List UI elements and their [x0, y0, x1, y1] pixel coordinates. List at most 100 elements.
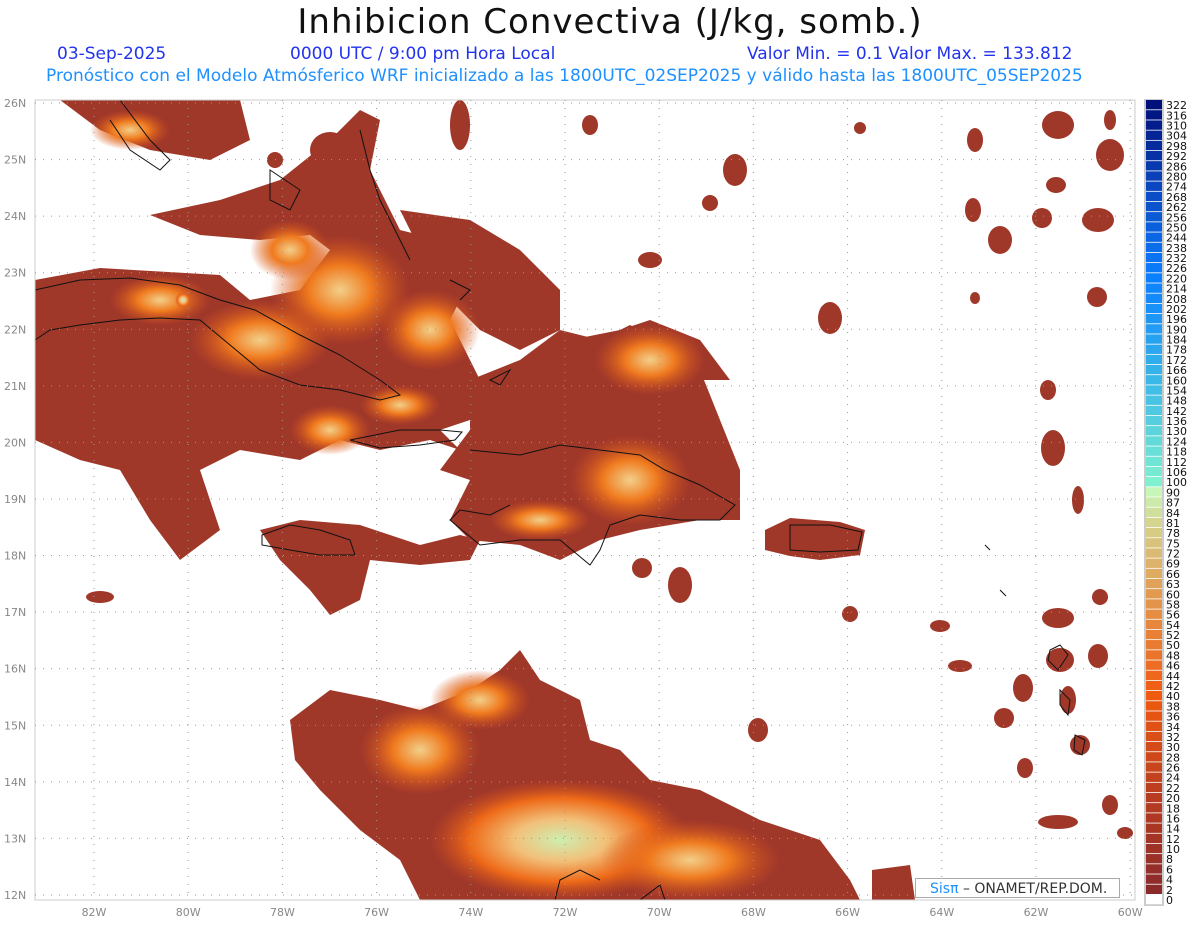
colorbar-swatch: [1146, 232, 1162, 242]
colorbar-swatch: [1146, 212, 1162, 222]
map-canvas: 82W 80W 78W 76W 74W 72W 70W 68W 66W 64W 62W 60W 26N 2…: [4, 97, 1187, 919]
colorbar-swatch: [1146, 884, 1162, 895]
colorbar-swatch: [1146, 691, 1162, 701]
colorbar-swatch: [1146, 313, 1162, 324]
lon-label: 70W: [647, 906, 672, 919]
colorbar-swatch: [1146, 415, 1162, 426]
colorbar-label: 0: [1166, 894, 1173, 907]
lat-label: 26N: [4, 97, 26, 110]
colorbar-swatch: [1146, 843, 1162, 854]
colorbar-swatch: [1146, 344, 1162, 354]
colorbar-swatch: [1146, 293, 1162, 303]
colorbar-swatch: [1146, 823, 1162, 833]
colorbar-swatch: [1146, 426, 1162, 436]
colorbar-swatch: [1146, 161, 1162, 171]
colorbar-swatch: [1146, 741, 1162, 752]
colorbar-swatch: [1146, 609, 1162, 619]
colorbar-swatch: [1146, 130, 1162, 140]
min-max-label: Valor Min. = 0.1 Valor Max. = 133.812: [747, 44, 1073, 64]
lon-label: 78W: [270, 906, 295, 919]
colorbar-swatch: [1146, 487, 1162, 497]
lat-label: 14N: [4, 776, 26, 789]
colorbar-swatch: [1146, 650, 1162, 660]
colorbar-swatch: [1146, 599, 1162, 609]
colorbar-swatch: [1146, 589, 1162, 599]
colorbar-swatch: [1146, 252, 1162, 263]
colorbar-swatch: [1146, 466, 1162, 477]
colorbar-swatch: [1146, 711, 1162, 721]
colorbar-swatch: [1146, 375, 1162, 385]
colorbar-swatch: [1146, 854, 1162, 864]
colorbar-swatch: [1146, 548, 1162, 558]
date-label: 03-Sep-2025: [57, 44, 167, 64]
colorbar-swatch: [1146, 803, 1162, 813]
colorbar-swatch: [1146, 660, 1162, 670]
lat-label: 17N: [4, 606, 26, 619]
colorbar-swatch: [1146, 874, 1162, 884]
colorbar-swatch: [1146, 201, 1162, 212]
lat-label: 20N: [4, 436, 26, 449]
colorbar-swatch: [1146, 140, 1162, 151]
colorbar-swatch: [1146, 772, 1162, 782]
colorbar-swatch: [1146, 364, 1162, 375]
colorbar-swatch: [1146, 640, 1162, 650]
colorbar-swatch: [1146, 792, 1162, 803]
colorbar-swatch: [1146, 497, 1162, 507]
colorbar-swatch: [1146, 558, 1162, 568]
colorbar-swatch: [1146, 191, 1162, 202]
colorbar-swatch: [1146, 263, 1162, 273]
field-region-jamaica: [260, 520, 480, 615]
colorbar-swatch: [1146, 324, 1162, 334]
colorbar-swatch: [1146, 833, 1162, 844]
colorbar-swatch: [1146, 762, 1162, 772]
colorbar-swatch: [1146, 181, 1162, 191]
lat-label: 24N: [4, 210, 26, 223]
colorbar-swatch: [1146, 477, 1162, 487]
colorbar-swatch: [1146, 507, 1162, 517]
colorbar-swatch: [1146, 894, 1162, 905]
colorbar-swatch: [1146, 731, 1162, 742]
colorbar-swatch: [1146, 670, 1162, 681]
colorbar-swatch: [1146, 395, 1162, 405]
lon-label: 62W: [1024, 906, 1049, 919]
lat-label: 12N: [4, 889, 26, 902]
lon-label: 64W: [929, 906, 954, 919]
colorbar-swatch: [1146, 222, 1162, 232]
colorbar-swatch: [1146, 680, 1162, 691]
lon-label: 74W: [458, 906, 483, 919]
colorbar-swatch: [1146, 813, 1162, 823]
sispi-logo: Sisπ: [930, 881, 959, 897]
colorbar-swatch: [1146, 568, 1162, 579]
lon-label: 72W: [553, 906, 578, 919]
lon-label: 68W: [741, 906, 766, 919]
lat-label: 23N: [4, 267, 26, 280]
field-region-puerto-rico: [765, 518, 865, 560]
colorbar-swatch: [1146, 527, 1162, 538]
lon-label: 66W: [835, 906, 860, 919]
lat-label: 18N: [4, 550, 26, 563]
colorbar-swatch: [1146, 334, 1162, 344]
lat-label: 15N: [4, 719, 26, 732]
colorbar-swatch: [1146, 283, 1162, 293]
colorbar: 3223163103042982922862802742682622562502…: [1144, 99, 1187, 907]
colorbar-swatch: [1146, 701, 1162, 711]
colorbar-swatch: [1146, 242, 1162, 253]
lat-label: 13N: [4, 832, 26, 845]
field-region-lesser-antilles: [872, 865, 915, 900]
map-title: Inhibicion Convectiva (J/kg, somb.): [297, 2, 923, 42]
lat-label: 19N: [4, 493, 26, 506]
colorbar-swatch: [1146, 782, 1162, 793]
colorbar-swatch: [1146, 629, 1162, 640]
lon-label: 82W: [82, 906, 107, 919]
credit-text: – ONAMET/REP.DOM.: [958, 881, 1108, 897]
lat-label: 25N: [4, 154, 26, 167]
colorbar-swatch: [1146, 436, 1162, 446]
colorbar-swatch: [1146, 538, 1162, 548]
lon-label: 80W: [176, 906, 201, 919]
colorbar-swatch: [1146, 100, 1162, 110]
time-label: 0000 UTC / 9:00 pm Hora Local: [290, 44, 556, 64]
forecast-info: Pronóstico con el Modelo Atmósferico WRF…: [46, 66, 1083, 86]
lat-label: 22N: [4, 323, 26, 336]
colorbar-swatch: [1146, 578, 1162, 589]
colorbar-swatch: [1146, 171, 1162, 181]
